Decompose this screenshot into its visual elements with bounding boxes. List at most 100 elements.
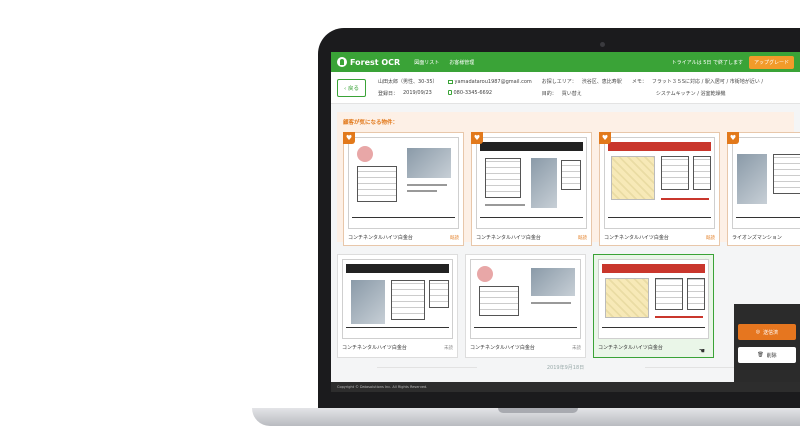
area-map xyxy=(605,278,649,318)
flyer-thumbnail xyxy=(476,137,587,229)
flyer-footer xyxy=(480,217,583,225)
delete-label: 削除 xyxy=(766,352,777,359)
building-photo xyxy=(531,158,557,208)
phone-icon xyxy=(447,90,452,95)
flyer-footer xyxy=(602,327,705,335)
floor-plan xyxy=(693,156,711,190)
unread-tag: 未読 xyxy=(572,345,581,351)
building-photo xyxy=(737,154,767,204)
text-line xyxy=(407,184,447,186)
floor-plan xyxy=(561,160,581,190)
flyer-thumbnail xyxy=(732,137,800,229)
text-line xyxy=(531,302,571,304)
contact-block: yamadatarou1987@gmail.com 080-3345-6692 xyxy=(447,79,532,96)
flyer-footer xyxy=(352,217,455,225)
brand-name: Forest OCR xyxy=(350,57,401,67)
flyer-badge xyxy=(357,146,373,162)
property-name: コンチネンタルハイツ白金台 xyxy=(476,235,541,241)
flyer-thumbnail xyxy=(604,137,715,229)
property-name: コンチネンタルハイツ白金台 xyxy=(598,345,663,351)
flyer-footer xyxy=(346,327,449,335)
trash-icon: 🗑 xyxy=(757,352,764,358)
registered-label: 登録日： xyxy=(377,91,398,97)
flyer-thumbnail xyxy=(348,137,459,229)
property-name: ライオンズマンション xyxy=(732,235,782,241)
laptop-mockup: Forest OCR 図面リスト お客様管理 トライアルは 5日 で終了します … xyxy=(0,0,800,436)
nav-drawing-list[interactable]: 図面リスト xyxy=(414,59,439,66)
heart-icon[interactable]: ♥ xyxy=(471,132,483,144)
floor-plan xyxy=(485,158,521,198)
mail-icon xyxy=(447,79,453,84)
building-photo xyxy=(407,148,451,178)
search-criteria-block: お探しエリア： 渋谷区、恵比寿駅 目的： 買い替え xyxy=(542,78,622,97)
memo-line-2: システムキッチン / 浴室乾燥機 xyxy=(655,91,726,97)
hand-cursor-icon: ☚ xyxy=(698,347,705,355)
building-photo xyxy=(351,280,385,324)
flyer-thumbnail xyxy=(342,259,453,339)
area-label: お探しエリア： xyxy=(541,79,577,85)
nav-customer-management[interactable]: お客様管理 xyxy=(449,59,474,66)
listing-card[interactable]: コンチネンタルハイツ白金台 未読 xyxy=(337,254,458,358)
read-tag: 既読 xyxy=(450,235,459,241)
floor-plan xyxy=(429,280,449,308)
favorite-card[interactable]: ♥ コンチネンタルハイツ白金台 既読 xyxy=(471,132,592,246)
sent-button[interactable]: ◎ 送信済 xyxy=(738,324,796,340)
flyer-header xyxy=(346,264,449,273)
listing-card-selected[interactable]: ⋮ コンチネンタルハイツ白金台 ☚ xyxy=(593,254,714,358)
back-label: 戻る xyxy=(347,85,359,92)
heart-icon[interactable]: ♥ xyxy=(343,132,355,144)
flyer-header xyxy=(480,142,583,151)
memo-indent xyxy=(632,90,651,97)
floor-plan xyxy=(655,278,683,310)
customer-name: 山田太郎（男性、30-35） xyxy=(377,79,438,85)
price-line xyxy=(655,316,703,318)
memo-line-1: フラット３５Sに対応 / 駅入居可 / 市街地が近い / xyxy=(651,79,764,85)
back-button[interactable]: ‹ 戻る xyxy=(337,78,366,97)
customer-email[interactable]: yamadatarou1987@gmail.com xyxy=(455,79,532,85)
read-tag: 既読 xyxy=(578,235,587,241)
heart-icon[interactable]: ♥ xyxy=(599,132,611,144)
listing-cards: コンチネンタルハイツ白金台未読 コンチネンタルハイツ白金台未読 ⋮ xyxy=(337,254,794,358)
check-circle-icon: ◎ xyxy=(755,329,761,335)
divider xyxy=(645,367,745,368)
floor-plan xyxy=(773,154,800,194)
flyer-header xyxy=(602,264,705,273)
floor-plan xyxy=(687,278,705,310)
sent-label: 送信済 xyxy=(763,329,779,336)
copyright: Copyright © Datasolutions Inc. All Right… xyxy=(337,385,428,389)
floor-plan xyxy=(661,156,689,190)
floor-plan xyxy=(479,286,519,316)
registered-date: 2019/09/23 xyxy=(402,90,432,96)
listings-section: コンチネンタルハイツ白金台未読 コンチネンタルハイツ白金台未読 ⋮ xyxy=(337,254,794,371)
unread-tag: 未読 xyxy=(444,345,453,351)
favorite-card[interactable]: ♥ コンチネンタルハイツ白金台 既読 xyxy=(343,132,464,246)
text-line xyxy=(407,190,437,192)
flyer-badge xyxy=(477,266,493,282)
property-name: コンチネンタルハイツ白金台 xyxy=(342,345,407,351)
customer-phone[interactable]: 080-3345-6692 xyxy=(454,90,493,96)
favorite-card[interactable]: ♥ ライオンズマンション xyxy=(727,132,800,246)
property-name: コンチネンタルハイツ白金台 xyxy=(348,235,413,241)
property-name: コンチネンタルハイツ白金台 xyxy=(604,235,669,241)
memo-block: メモ： フラット３５Sに対応 / 駅入居可 / 市街地が近い / システムキッチ… xyxy=(632,78,763,97)
brand-logo[interactable]: Forest OCR xyxy=(337,57,400,67)
heart-icon[interactable]: ♥ xyxy=(727,132,739,144)
flyer-thumbnail xyxy=(598,259,709,339)
favorites-section: 顧客が気になる物件： ♥ コンチネンタルハイツ白金台 既読 ♥ コンチネンタルハ… xyxy=(337,112,800,246)
area-map xyxy=(611,156,655,200)
top-bar: Forest OCR 図面リスト お客様管理 トライアルは 5日 で終了します … xyxy=(331,52,800,72)
customer-name-block: 山田太郎（男性、30-35） 登録日： 2019/09/23 xyxy=(378,78,438,97)
price-line xyxy=(661,198,709,200)
area-value: 渋谷区、恵比寿駅 xyxy=(581,79,622,85)
floor-plan xyxy=(357,166,397,202)
favorite-card[interactable]: ♥ コンチネンタルハイツ白金台 既読 xyxy=(599,132,720,246)
upgrade-button[interactable]: アップグレード xyxy=(748,55,794,69)
customer-info-bar: ‹ 戻る 山田太郎（男性、30-35） 登録日： 2019/09/23 yama… xyxy=(331,72,800,104)
tree-icon xyxy=(337,57,347,67)
read-tag: 既読 xyxy=(706,235,715,241)
listing-card[interactable]: コンチネンタルハイツ白金台 未読 xyxy=(465,254,586,358)
flyer-header xyxy=(608,142,711,151)
property-name: コンチネンタルハイツ白金台 xyxy=(470,345,535,351)
app-screen: Forest OCR 図面リスト お客様管理 トライアルは 5日 で終了します … xyxy=(331,52,800,392)
delete-button[interactable]: 🗑 削除 xyxy=(738,347,796,363)
